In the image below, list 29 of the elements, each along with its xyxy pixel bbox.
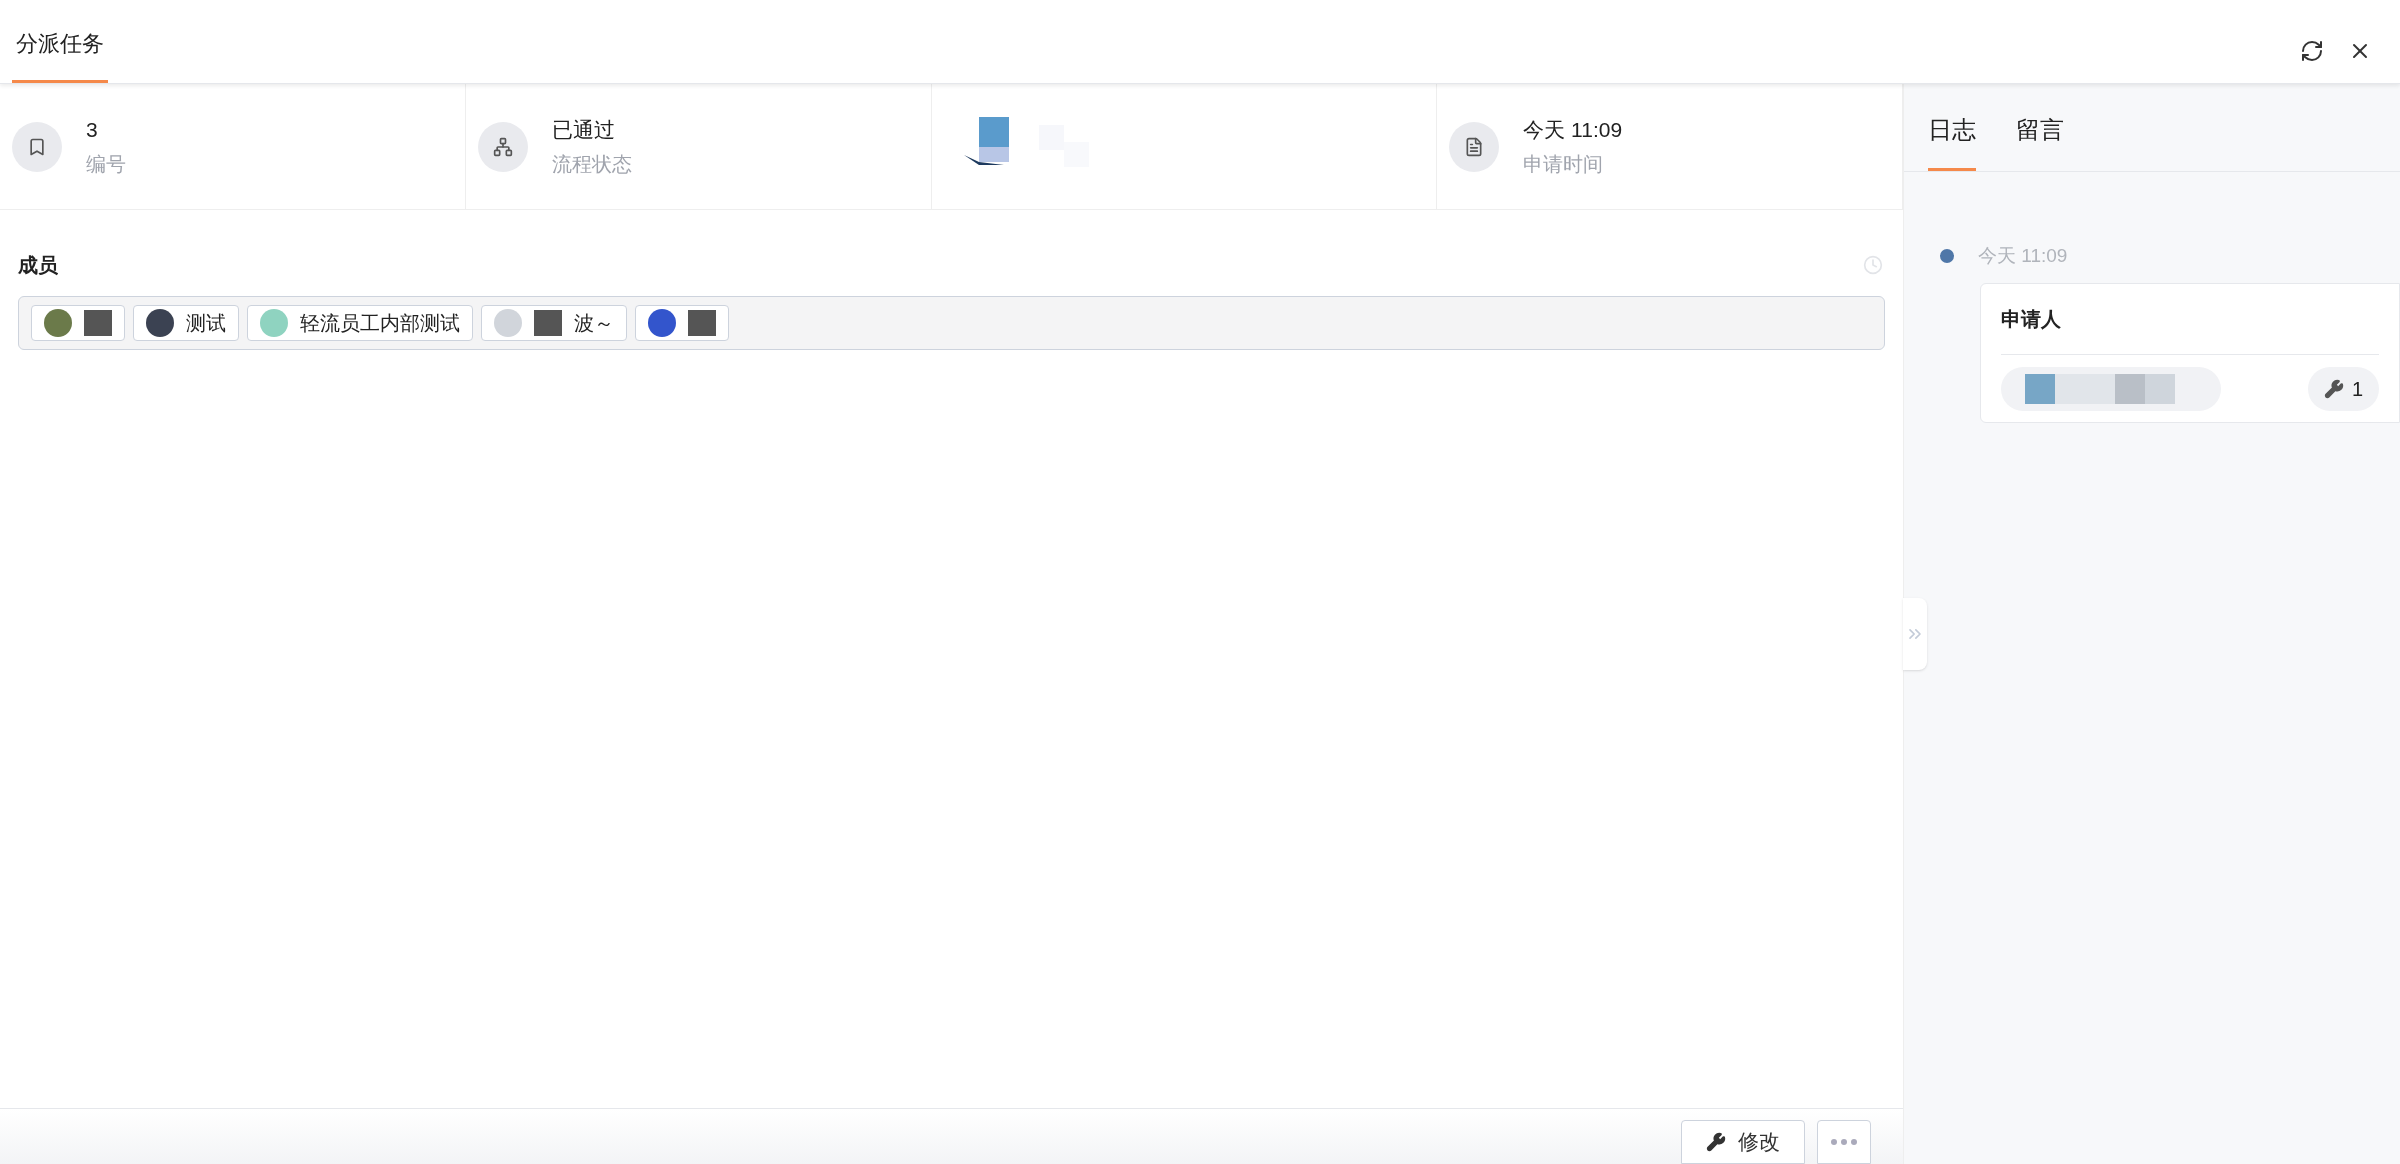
member-tag[interactable] xyxy=(31,305,125,341)
member-tag[interactable]: 轻流员工内部测试 xyxy=(247,305,473,341)
redaction-block xyxy=(84,310,112,336)
section-title: 成员 xyxy=(18,253,58,278)
refresh-icon[interactable] xyxy=(2300,39,2324,63)
log-time: 今天 11:09 xyxy=(1978,244,2068,268)
collapse-handle[interactable] xyxy=(1903,598,1927,670)
redaction-block xyxy=(534,310,562,336)
member-tag[interactable]: 测试 xyxy=(133,305,239,341)
wrench-icon xyxy=(1706,1132,1726,1152)
title-tab[interactable]: 分派任务 xyxy=(12,27,108,83)
info-value: 3 xyxy=(86,116,99,143)
redaction-block xyxy=(688,310,716,336)
info-label: 编号 xyxy=(86,152,126,178)
edit-button[interactable]: 修改 xyxy=(1681,1120,1805,1164)
info-label: 申请时间 xyxy=(1523,152,1605,178)
member-tag[interactable]: 波～ xyxy=(481,305,627,341)
panel-tab[interactable]: 留言 xyxy=(2016,112,2064,171)
tool-count-chip: 1 xyxy=(2307,366,2379,411)
more-icon xyxy=(1831,1139,1857,1145)
bookmark-icon xyxy=(12,121,62,172)
member-tag[interactable] xyxy=(635,305,729,341)
panel-tab[interactable]: 日志 xyxy=(1928,112,1976,171)
members-field[interactable]: 测试 轻流员工内部测试 波～ xyxy=(18,296,1885,350)
log-title: 申请人 xyxy=(2001,307,2061,330)
info-value: 已通过 xyxy=(551,116,616,143)
info-value: 今天 11:09 xyxy=(1523,116,1623,143)
wrench-icon xyxy=(2323,378,2344,399)
info-label: 流程状态 xyxy=(551,152,632,178)
